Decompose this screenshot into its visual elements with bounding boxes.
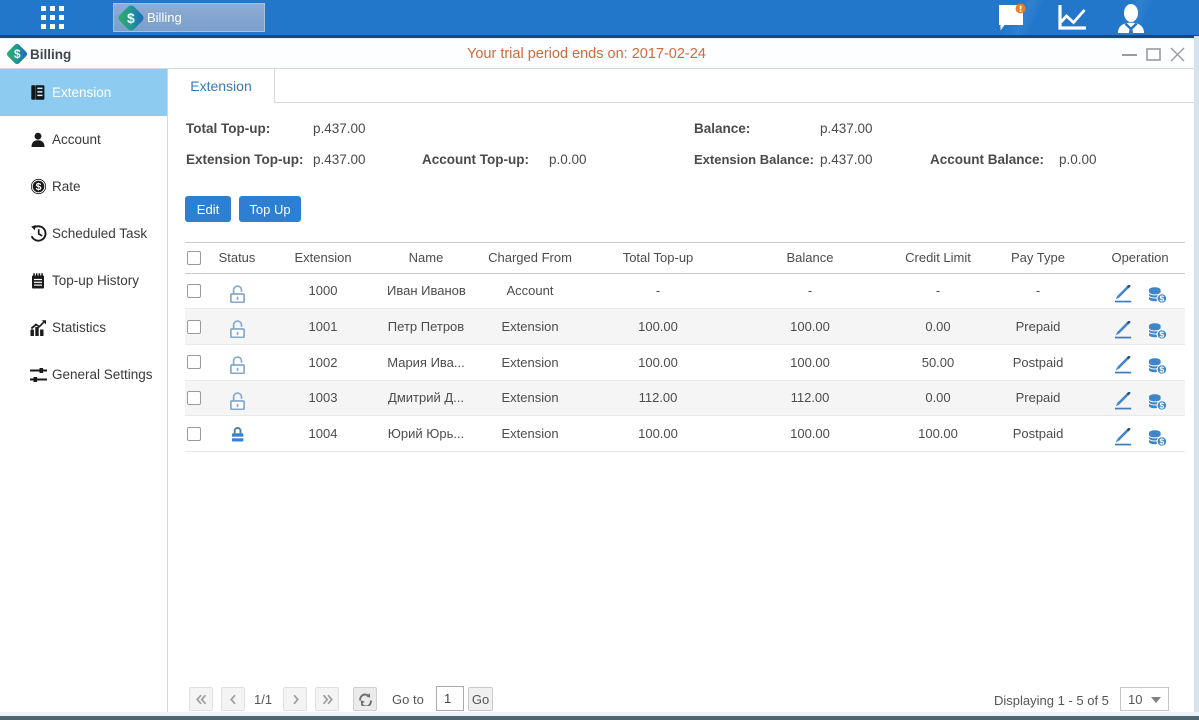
svg-text:$: $ — [1159, 293, 1164, 303]
svg-text:$: $ — [1159, 401, 1164, 411]
svg-text:$: $ — [1159, 436, 1164, 446]
svg-text:$: $ — [1159, 365, 1164, 375]
svg-text:$: $ — [1159, 329, 1164, 339]
svg-text:$: $ — [36, 181, 42, 193]
